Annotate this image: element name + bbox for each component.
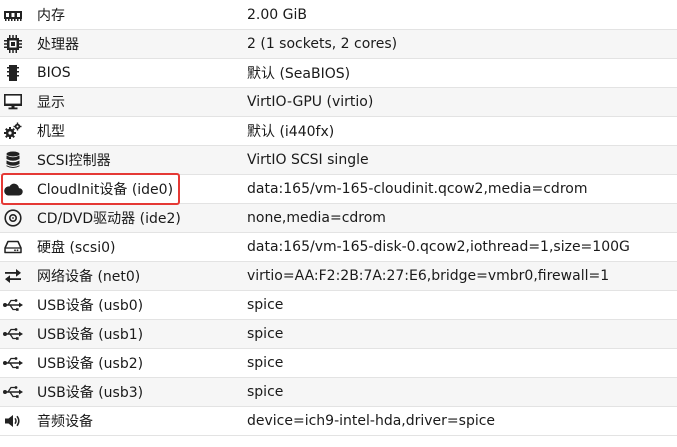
hardware-row-audio[interactable]: 音频设备 device=ich9-intel-hda,driver=spice bbox=[0, 407, 677, 436]
hardware-row-name: 显示 bbox=[37, 95, 65, 111]
hardware-row-hard-disk[interactable]: 硬盘 (scsi0) data:165/vm-165-disk-0.qcow2,… bbox=[0, 233, 677, 262]
hardware-row-value: 2.00 GiB bbox=[247, 6, 307, 23]
hardware-row-name: 机型 bbox=[37, 124, 65, 140]
hardware-row-value: VirtIO SCSI single bbox=[247, 152, 369, 168]
hardware-row-name: 处理器 bbox=[37, 37, 79, 53]
hardware-row-value: data:165/vm-165-cloudinit.qcow2,media=cd… bbox=[247, 181, 588, 197]
hardware-row-name: SCSI控制器 bbox=[37, 153, 111, 169]
hardware-row-bios[interactable]: BIOS 默认 (SeaBIOS) bbox=[0, 59, 677, 88]
hardware-row-display[interactable]: 显示 VirtIO-GPU (virtio) bbox=[0, 88, 677, 117]
hardware-row-value: spice bbox=[247, 355, 284, 371]
hardware-row-value: device=ich9-intel-hda,driver=spice bbox=[247, 413, 496, 429]
hardware-row-scsi-controller[interactable]: SCSI控制器 VirtIO SCSI single bbox=[0, 146, 677, 175]
hardware-row-value: virtio=AA:F2:2B:7A:27:E6,bridge=vmbr0,fi… bbox=[247, 268, 610, 284]
hardware-row-value: 2 (1 sockets, 2 cores) bbox=[247, 36, 398, 52]
hardware-row-usb3[interactable]: USB设备 (usb3) spice bbox=[0, 378, 677, 407]
hardware-row-value: VirtIO-GPU (virtio) bbox=[247, 94, 374, 110]
hardware-row-value: none,media=cdrom bbox=[247, 210, 386, 226]
hardware-row-name: BIOS bbox=[37, 65, 71, 81]
monitor-icon bbox=[3, 92, 23, 112]
hardware-row-value: data:165/vm-165-disk-0.qcow2,iothread=1,… bbox=[247, 239, 630, 255]
hardware-row-value: spice bbox=[247, 326, 284, 342]
hardware-row-network[interactable]: 网络设备 (net0) virtio=AA:F2:2B:7A:27:E6,bri… bbox=[0, 262, 677, 291]
usb-icon bbox=[3, 353, 23, 373]
cpu-icon bbox=[3, 34, 23, 54]
hardware-row-value: spice bbox=[247, 297, 284, 313]
hardware-row-memory[interactable]: 内存 2.00 GiB bbox=[0, 0, 677, 30]
exchange-icon bbox=[3, 266, 23, 286]
hardware-row-usb0[interactable]: USB设备 (usb0) spice bbox=[0, 291, 677, 320]
hardware-row-name: 音频设备 bbox=[37, 414, 93, 430]
hardware-row-name: USB设备 (usb3) bbox=[37, 385, 144, 401]
memory-icon bbox=[3, 5, 23, 25]
hardware-table: 内存 2.00 GiB 处理器 2 (1 sockets, 2 cores) B… bbox=[0, 0, 677, 436]
cloud-icon bbox=[3, 179, 23, 199]
hardware-row-name: USB设备 (usb0) bbox=[37, 298, 144, 314]
hardware-row-cpu[interactable]: 处理器 2 (1 sockets, 2 cores) bbox=[0, 30, 677, 59]
hardware-row-name: USB设备 (usb1) bbox=[37, 327, 144, 343]
hdd-icon bbox=[3, 237, 23, 257]
usb-icon bbox=[3, 295, 23, 315]
hardware-row-usb2[interactable]: USB设备 (usb2) spice bbox=[0, 349, 677, 378]
hardware-row-value: spice bbox=[247, 384, 284, 400]
gears-icon bbox=[3, 121, 23, 141]
hardware-row-name: CD/DVD驱动器 (ide2) bbox=[37, 211, 181, 227]
hardware-row-value: 默认 (SeaBIOS) bbox=[247, 66, 351, 82]
hardware-row-name: CloudInit设备 (ide0) bbox=[37, 182, 174, 198]
hardware-row-name: 网络设备 (net0) bbox=[37, 269, 141, 285]
hardware-row-usb1[interactable]: USB设备 (usb1) spice bbox=[0, 320, 677, 349]
speaker-icon bbox=[3, 411, 23, 431]
hardware-row-name: 硬盘 (scsi0) bbox=[37, 240, 116, 256]
hardware-row-name: USB设备 (usb2) bbox=[37, 356, 144, 372]
bios-chip-icon bbox=[3, 63, 23, 83]
hardware-row-machine[interactable]: 机型 默认 (i440fx) bbox=[0, 117, 677, 146]
usb-icon bbox=[3, 324, 23, 344]
hardware-row-cloudinit[interactable]: CloudInit设备 (ide0) data:165/vm-165-cloud… bbox=[0, 175, 677, 204]
hardware-row-name: 内存 bbox=[37, 7, 65, 24]
cdrom-icon bbox=[3, 208, 23, 228]
hardware-row-cdrom[interactable]: CD/DVD驱动器 (ide2) none,media=cdrom bbox=[0, 204, 677, 233]
hardware-row-value: 默认 (i440fx) bbox=[247, 124, 335, 140]
database-icon bbox=[3, 150, 23, 170]
usb-icon bbox=[3, 382, 23, 402]
